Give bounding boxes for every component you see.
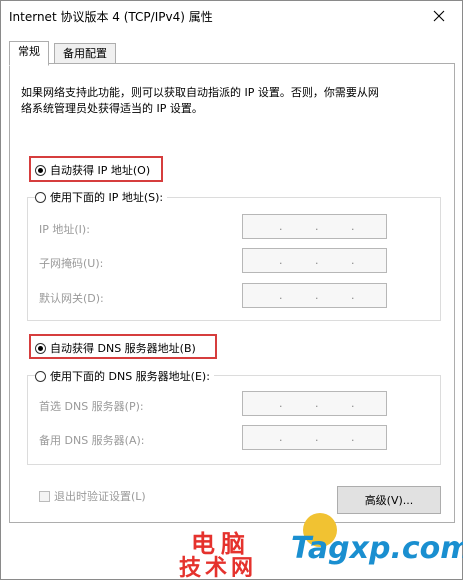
subnet-mask-label: 子网掩码(U):: [39, 257, 104, 270]
checkbox-icon: [39, 490, 50, 502]
radio-selected-icon: [35, 342, 46, 354]
radio-unselected-icon: [35, 191, 46, 203]
radio-manual-ip-label: 使用下面的 IP 地址(S):: [50, 191, 164, 204]
ip-separator: .: [279, 254, 283, 267]
title-bar: Internet 协议版本 4 (TCP/IPv4) 属性: [1, 1, 462, 31]
default-gateway-input[interactable]: . . .: [242, 283, 387, 308]
radio-auto-ip-label: 自动获得 IP 地址(O): [50, 164, 151, 177]
subnet-mask-input[interactable]: . . .: [242, 248, 387, 273]
description-line-2: 络系统管理员处获得适当的 IP 设置。: [21, 102, 203, 115]
radio-auto-dns[interactable]: 自动获得 DNS 服务器地址(B): [35, 340, 196, 356]
tab-general-label: 常规: [18, 45, 40, 58]
ip-separator: .: [351, 289, 355, 302]
preferred-dns-input[interactable]: . . .: [242, 391, 387, 416]
radio-manual-dns[interactable]: 使用下面的 DNS 服务器地址(E):: [35, 368, 214, 384]
alternate-dns-label: 备用 DNS 服务器(A):: [39, 434, 145, 447]
ip-separator: .: [315, 431, 319, 444]
ip-separator: .: [351, 254, 355, 267]
advanced-button-label: 高级(V)...: [364, 494, 414, 507]
default-gateway-label: 默认网关(D):: [39, 292, 104, 305]
ip-separator: .: [351, 397, 355, 410]
alternate-dns-input[interactable]: . . .: [242, 425, 387, 450]
validate-on-exit-checkbox[interactable]: 退出时验证设置(L): [39, 488, 146, 504]
tab-alternate-config-label: 备用配置: [63, 47, 107, 60]
close-button[interactable]: [416, 1, 462, 31]
dialog-window: Internet 协议版本 4 (TCP/IPv4) 属性 常规 备用配置 如果…: [0, 0, 463, 581]
watermark-cn-line2: 技术网: [179, 556, 258, 581]
validate-on-exit-label: 退出时验证设置(L): [54, 490, 146, 503]
tab-general[interactable]: 常规: [9, 41, 49, 66]
radio-selected-icon: [35, 164, 46, 176]
radio-manual-ip[interactable]: 使用下面的 IP 地址(S):: [35, 189, 168, 205]
close-icon: [433, 10, 445, 22]
ip-separator: .: [315, 220, 319, 233]
advanced-button[interactable]: 高级(V)...: [337, 486, 441, 514]
description-text: 如果网络支持此功能，则可以获取自动指派的 IP 设置。否则，你需要从网 络系统管…: [21, 85, 441, 117]
tab-alternate-config[interactable]: 备用配置: [54, 43, 116, 64]
radio-unselected-icon: [35, 370, 46, 382]
ip-separator: .: [279, 289, 283, 302]
dns-manual-group: [27, 375, 441, 465]
ip-separator: .: [315, 289, 319, 302]
ip-separator: .: [315, 254, 319, 267]
ip-separator: .: [279, 431, 283, 444]
watermark-site: Tagxp.com: [291, 531, 463, 566]
ip-address-label: IP 地址(I):: [39, 223, 90, 236]
ip-separator: .: [279, 397, 283, 410]
radio-auto-ip[interactable]: 自动获得 IP 地址(O): [35, 162, 150, 178]
ip-separator: .: [279, 220, 283, 233]
description-line-1: 如果网络支持此功能，则可以获取自动指派的 IP 设置。否则，你需要从网: [21, 86, 379, 99]
radio-manual-dns-label: 使用下面的 DNS 服务器地址(E):: [50, 370, 210, 383]
radio-auto-dns-label: 自动获得 DNS 服务器地址(B): [50, 342, 196, 355]
ip-separator: .: [351, 431, 355, 444]
ip-separator: .: [351, 220, 355, 233]
ip-address-input[interactable]: . . .: [242, 214, 387, 239]
preferred-dns-label: 首选 DNS 服务器(P):: [39, 400, 144, 413]
ip-separator: .: [315, 397, 319, 410]
window-title: Internet 协议版本 4 (TCP/IPv4) 属性: [9, 10, 213, 24]
